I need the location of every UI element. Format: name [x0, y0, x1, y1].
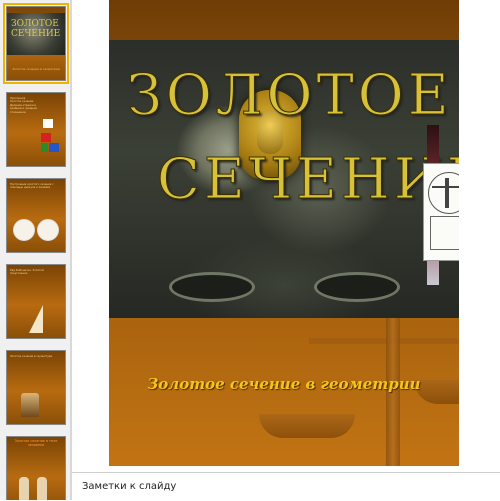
vitruvian-drawing-card	[423, 163, 459, 261]
thumbnail-4-triangle	[29, 305, 43, 333]
thumbnail-1-subtitle: Золотое сечение в геометрии	[12, 67, 60, 71]
notes-placeholder[interactable]: Заметки к слайду	[82, 481, 176, 492]
balance-scale-pan-left	[259, 414, 355, 438]
stone-eye-right	[314, 272, 400, 302]
slide-thumbnail-5[interactable]: Золотое сечение в скульптуре.	[6, 350, 66, 425]
current-slide[interactable]: ЗОЛОТОЕ СЕЧЕНИЕ Золотое сечение в геомет…	[109, 0, 459, 466]
thumbnail-2-text: Пропорция. Золотое сечение. Деление отре…	[10, 97, 37, 114]
thumbnail-2-square-blue	[49, 143, 59, 152]
slide-thumbnails-pane[interactable]: ЗОЛОТОЕ СЕЧЕНИЕ Золотое сечение в геомет…	[0, 0, 72, 500]
thumbnail-5-text: Золотое сечение в скульптуре.	[10, 355, 53, 358]
slide-notes-pane[interactable]: Заметки к слайду	[72, 472, 500, 501]
slide-thumbnail-1[interactable]: ЗОЛОТОЕ СЕЧЕНИЕ Золотое сечение в геомет…	[3, 3, 69, 84]
slide-subtitle[interactable]: Золотое сечение в геометрии	[109, 375, 459, 393]
thumbnail-6-figure-1	[19, 477, 29, 500]
slide-thumbnail-4[interactable]: Ряд Фибоначчи. Золотой треугольник.	[6, 264, 66, 339]
slide-thumbnail-6[interactable]: Золотое сечение в теле человека	[6, 436, 66, 500]
balance-scale-beam	[309, 338, 459, 344]
thumbnail-3-circle-2	[37, 219, 59, 241]
slide-editing-area[interactable]: ЗОЛОТОЕ СЕЧЕНИЕ Золотое сечение в геомет…	[72, 0, 500, 472]
slide-title-line-1[interactable]: ЗОЛОТОЕ	[127, 65, 453, 126]
vitruvian-man-picture	[423, 125, 459, 285]
vitruvian-body	[445, 178, 449, 208]
thumbnail-4-text: Ряд Фибоначчи. Золотой треугольник.	[10, 269, 44, 276]
thumbnail-3-circle-1	[13, 219, 35, 241]
thumbnail-2-square-white	[43, 119, 53, 128]
thumbnail-5-statue	[21, 393, 39, 417]
slide-thumbnail-3[interactable]: Построение золотого сечения с помощью ци…	[6, 178, 66, 253]
slide-thumbnail-2[interactable]: Пропорция. Золотое сечение. Деление отре…	[6, 92, 66, 167]
thumbnail-2-square-red	[41, 133, 51, 142]
vitruvian-square	[430, 216, 459, 250]
thumbnail-1-image: ЗОЛОТОЕ СЕЧЕНИЕ	[7, 13, 65, 55]
thumbnail-2-square-green	[41, 143, 48, 152]
thumbnail-6-title: Золотое сечение в теле человека	[14, 439, 58, 447]
thumbnail-1-title: ЗОЛОТОЕ СЕЧЕНИЕ	[11, 19, 61, 39]
stone-eye-left	[169, 272, 255, 302]
slide-title-line-2[interactable]: СЕЧЕНИЕ	[156, 149, 459, 210]
vitruvian-circle	[428, 172, 459, 214]
thumbnail-6-figure-2	[37, 477, 47, 500]
vitruvian-arms	[432, 186, 459, 188]
thumbnail-3-text: Построение золотого сечения с помощью ци…	[10, 183, 54, 190]
